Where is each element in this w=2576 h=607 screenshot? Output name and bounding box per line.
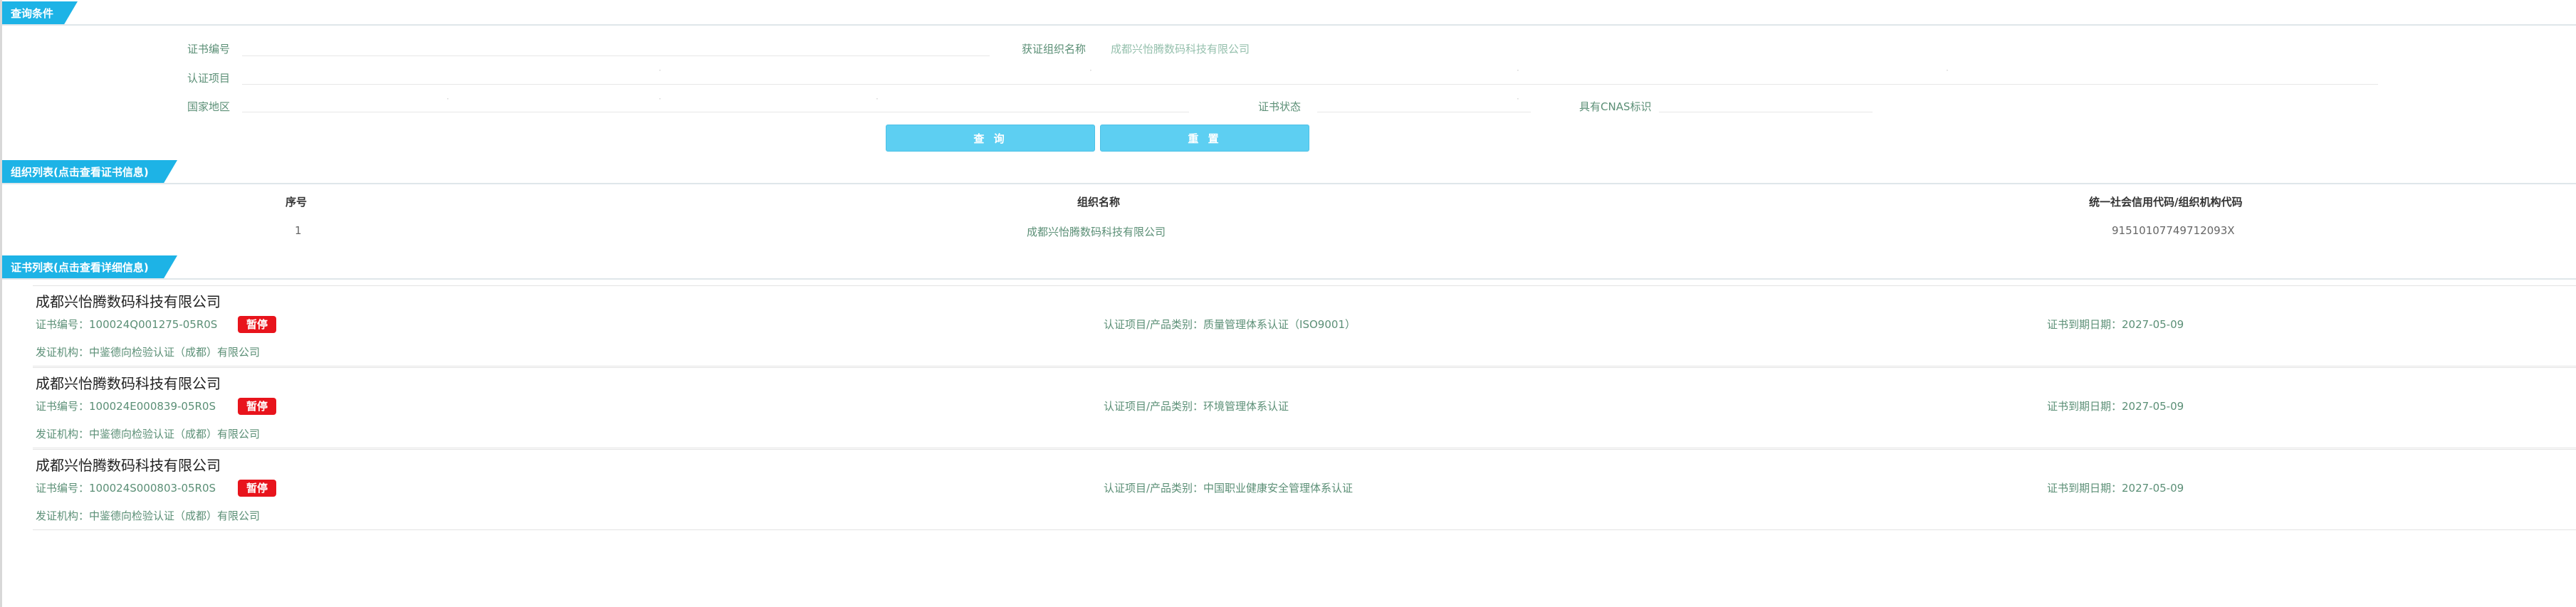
cert-expiry: 证书到期日期：2027-05-09 xyxy=(2047,482,2184,495)
cert-list-section-title: 证书列表(点击查看详细信息) xyxy=(2,255,177,280)
cert-list-divider xyxy=(2,278,2576,280)
separator-dot: · xyxy=(1946,65,1949,75)
query-section-title: 查询条件 xyxy=(2,1,78,26)
status-badge: 暂停 xyxy=(238,398,276,415)
cert-company-name: 成都兴怡腾数码科技有限公司 xyxy=(36,293,221,310)
cert-category: 认证项目/产品类别：环境管理体系认证 xyxy=(1104,400,1289,413)
column-header-credit-code: 统一社会信用代码/组织机构代码 xyxy=(2089,196,2243,209)
cert-issuer: 发证机构：中鉴德向检验认证（成都）有限公司 xyxy=(36,510,261,522)
cert-expiry: 证书到期日期：2027-05-09 xyxy=(2047,318,2184,331)
cert-company-name: 成都兴怡腾数码科技有限公司 xyxy=(36,457,221,474)
row-credit-code: 91510107749712093X xyxy=(2112,224,2235,237)
org-name-input[interactable]: 成都兴怡腾数码科技有限公司 xyxy=(1111,41,1250,56)
separator-dot: · xyxy=(876,94,879,104)
row-index: 1 xyxy=(295,224,302,237)
cert-expiry: 证书到期日期：2027-05-09 xyxy=(2047,400,2184,413)
cert-category: 认证项目/产品类别：质量管理体系认证（ISO9001） xyxy=(1104,318,1356,331)
cert-project-label: 认证项目 xyxy=(187,72,231,85)
cert-number: 证书编号：100024E000839-05R0S xyxy=(36,400,216,413)
separator-dot: · xyxy=(446,94,449,104)
status-badge: 暂停 xyxy=(238,480,276,497)
org-name-label: 获证组织名称 xyxy=(1022,43,1087,56)
cert-company-name: 成都兴怡腾数码科技有限公司 xyxy=(36,375,221,392)
left-border xyxy=(0,0,2,607)
country-label: 国家地区 xyxy=(187,100,231,113)
org-list-divider xyxy=(2,183,2576,184)
column-header-index: 序号 xyxy=(286,196,308,209)
separator-dot: · xyxy=(1089,65,1092,75)
cert-number: 证书编号：100024S000803-05R0S xyxy=(36,482,216,495)
cnas-label: 具有CNAS标识 xyxy=(1579,100,1652,113)
cert-issuer: 发证机构：中鉴德向检验认证（成都）有限公司 xyxy=(36,428,261,440)
status-badge: 暂停 xyxy=(238,316,276,333)
separator-dot: · xyxy=(659,94,661,104)
cert-no-label: 证书编号 xyxy=(187,43,231,56)
org-list-section-title: 组织列表(点击查看证书信息) xyxy=(2,160,177,184)
cert-number: 证书编号：100024Q001275-05R0S xyxy=(36,318,218,331)
column-header-org-name: 组织名称 xyxy=(1077,196,1121,209)
query-section-divider xyxy=(2,24,2576,26)
reset-button[interactable]: 重 置 xyxy=(1100,125,1309,152)
row-org-name[interactable]: 成都兴怡腾数码科技有限公司 xyxy=(1027,224,1166,239)
separator-dot: · xyxy=(1517,94,1519,104)
cert-status-label: 证书状态 xyxy=(1258,100,1302,113)
separator-dot: · xyxy=(1517,65,1519,75)
cert-card[interactable]: 成都兴怡腾数码科技有限公司 证书编号：100024S000803-05R0S 暂… xyxy=(33,449,2576,530)
cert-issuer: 发证机构：中鉴德向检验认证（成都）有限公司 xyxy=(36,346,261,359)
separator-dot: · xyxy=(659,65,661,75)
cert-card[interactable]: 成都兴怡腾数码科技有限公司 证书编号：100024Q001275-05R0S 暂… xyxy=(33,285,2576,366)
cert-category: 认证项目/产品类别：中国职业健康安全管理体系认证 xyxy=(1104,482,1354,495)
cert-card[interactable]: 成都兴怡腾数码科技有限公司 证书编号：100024E000839-05R0S 暂… xyxy=(33,367,2576,448)
cert-project-select[interactable] xyxy=(242,84,2378,85)
search-button[interactable]: 查 询 xyxy=(886,125,1095,152)
